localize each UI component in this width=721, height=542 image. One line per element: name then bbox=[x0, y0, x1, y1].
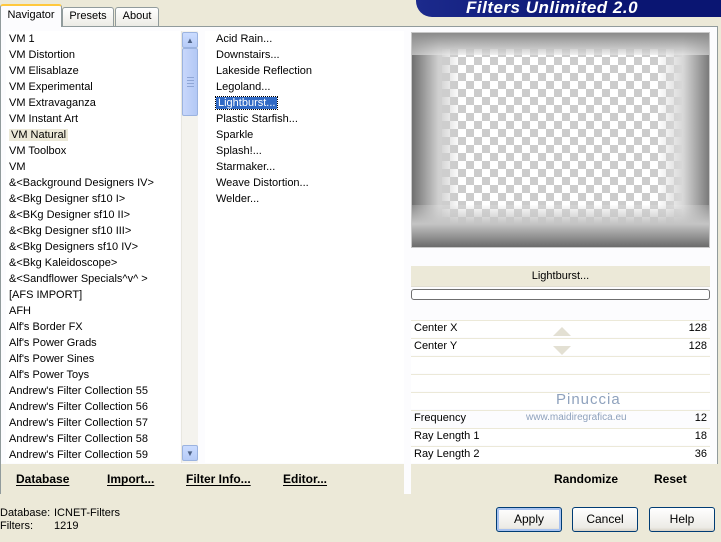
frequency-value: 12 bbox=[694, 412, 707, 424]
category-item[interactable]: &<Bkg Kaleidoscope> bbox=[6, 255, 180, 271]
category-item[interactable]: VM 1 bbox=[6, 31, 180, 47]
chevron-up-icon: ▲ bbox=[186, 35, 194, 45]
category-item[interactable]: Alf's Border FX bbox=[6, 319, 180, 335]
category-item[interactable]: &<Bkg Designer sf10 I> bbox=[6, 191, 180, 207]
progress-bar bbox=[411, 289, 710, 300]
filter-item[interactable]: Plastic Starfish... bbox=[213, 111, 404, 127]
database-status-value: ICNET-Filters bbox=[54, 507, 120, 519]
center-y-value: 128 bbox=[688, 340, 707, 352]
category-item[interactable]: &<Bkg Designers sf10 IV> bbox=[6, 239, 180, 255]
category-item[interactable]: &<Sandflower Specials^v^ > bbox=[6, 271, 180, 287]
category-item[interactable]: &<Bkg Designer sf10 III> bbox=[6, 223, 180, 239]
param-row-empty-1 bbox=[411, 356, 710, 373]
category-item[interactable]: VM Instant Art bbox=[6, 111, 180, 127]
apply-button[interactable]: Apply bbox=[496, 507, 562, 532]
filters-count-label: Filters: bbox=[0, 520, 33, 532]
randomize-button[interactable]: Randomize bbox=[554, 472, 618, 486]
category-item[interactable]: VM Elisablaze bbox=[6, 63, 180, 79]
cancel-button[interactable]: Cancel bbox=[572, 507, 638, 532]
scroll-down-button[interactable]: ▼ bbox=[182, 445, 198, 461]
tab-navigator[interactable]: Navigator bbox=[0, 4, 62, 27]
editor-button[interactable]: Editor... bbox=[283, 472, 327, 486]
chevron-down-icon: ▼ bbox=[186, 448, 194, 458]
filter-info-button[interactable]: Filter Info... bbox=[186, 472, 251, 486]
category-item[interactable]: VM Natural bbox=[6, 127, 180, 143]
ray-length-1-value: 18 bbox=[694, 430, 707, 442]
filter-item[interactable]: Splash!... bbox=[213, 143, 404, 159]
category-item[interactable]: &<Background Designers IV> bbox=[6, 175, 180, 191]
category-item[interactable]: VM Extravaganza bbox=[6, 95, 180, 111]
watermark-name: Pinuccia bbox=[556, 391, 621, 408]
category-list[interactable]: VM 1 VM Distortion VM Elisablaze VM Experim… bbox=[6, 31, 180, 463]
category-item[interactable]: VM Experimental bbox=[6, 79, 180, 95]
filter-item[interactable]: Lightburst... bbox=[213, 95, 404, 111]
tab-about[interactable]: About bbox=[115, 7, 159, 26]
ray-length-1-label: Ray Length 1 bbox=[414, 430, 480, 442]
center-x-value: 128 bbox=[688, 322, 707, 334]
category-scrollbar[interactable]: ▲ ▼ bbox=[181, 31, 198, 463]
reset-button[interactable]: Reset bbox=[654, 472, 687, 486]
category-item[interactable]: VM Distortion bbox=[6, 47, 180, 63]
center-y-slider[interactable] bbox=[553, 346, 571, 355]
scroll-thumb[interactable] bbox=[182, 48, 198, 116]
category-item[interactable]: Alf's Power Sines bbox=[6, 351, 180, 367]
category-item[interactable]: Andrew's Filter Collection 57 bbox=[6, 415, 180, 431]
filter-item[interactable]: Acid Rain... bbox=[213, 31, 404, 47]
center-y-label: Center Y bbox=[414, 340, 458, 352]
filter-item[interactable]: Welder... bbox=[213, 191, 404, 207]
database-status-label: Database: bbox=[0, 507, 51, 519]
category-item[interactable]: Alf's Power Grads bbox=[6, 335, 180, 351]
filters-count-value: 1219 bbox=[54, 520, 79, 532]
category-item[interactable]: VM bbox=[6, 159, 180, 175]
help-button[interactable]: Help bbox=[649, 507, 715, 532]
filter-item[interactable]: Weave Distortion... bbox=[213, 175, 404, 191]
filter-item[interactable]: Sparkle bbox=[213, 127, 404, 143]
tab-presets[interactable]: Presets bbox=[62, 7, 114, 26]
filter-item[interactable]: Legoland... bbox=[213, 79, 404, 95]
filter-item[interactable]: Starmaker... bbox=[213, 159, 404, 175]
category-item[interactable]: Andrew's Filter Collection 59 bbox=[6, 447, 180, 463]
center-x-label: Center X bbox=[414, 322, 458, 334]
category-item[interactable]: Andrew's Filter Collection 58 bbox=[6, 431, 180, 447]
filter-name-label: Lightburst... bbox=[531, 270, 590, 282]
category-item[interactable]: &<BKg Designer sf10 II> bbox=[6, 207, 180, 223]
banner-title: Filters Unlimited 2.0 bbox=[466, 0, 639, 17]
frequency-label: Frequency bbox=[414, 412, 466, 424]
filter-item[interactable]: Lakeside Reflection bbox=[213, 63, 404, 79]
filter-item[interactable]: Downstairs... bbox=[213, 47, 404, 63]
import-button[interactable]: Import... bbox=[107, 472, 154, 486]
category-item[interactable]: AFH bbox=[6, 303, 180, 319]
database-button[interactable]: Database bbox=[16, 472, 69, 486]
param-row-empty-2 bbox=[411, 374, 710, 391]
category-item[interactable]: Andrew's Filter Collection 55 bbox=[6, 383, 180, 399]
ray-length-2-value: 36 bbox=[694, 448, 707, 460]
category-item[interactable]: [AFS IMPORT] bbox=[6, 287, 180, 303]
preview-image bbox=[411, 32, 710, 248]
category-item[interactable]: Andrew's Filter Collection 56 bbox=[6, 399, 180, 415]
scroll-up-button[interactable]: ▲ bbox=[182, 32, 198, 48]
filter-list[interactable]: Acid Rain... Downstairs... Lakeside Reflec… bbox=[205, 31, 404, 463]
ray-length-2-label: Ray Length 2 bbox=[414, 448, 480, 460]
center-x-slider[interactable] bbox=[553, 327, 571, 336]
category-item[interactable]: VM Toolbox bbox=[6, 143, 180, 159]
category-item[interactable]: Alf's Power Toys bbox=[6, 367, 180, 383]
